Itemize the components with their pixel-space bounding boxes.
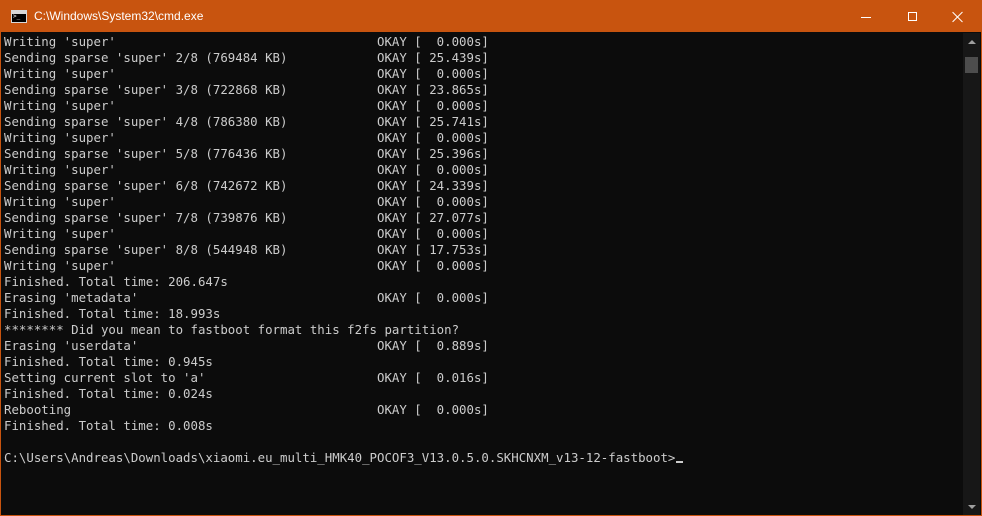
console-line: Sending sparse 'super' 4/8 (786380 KB) O… [4, 114, 960, 130]
console-line-text: Writing 'super' OKAY [ 0.000s] [4, 34, 489, 49]
console-line: Sending sparse 'super' 3/8 (722868 KB) O… [4, 82, 960, 98]
console-line: Finished. Total time: 18.993s [4, 306, 960, 322]
console-line-text: Sending sparse 'super' 3/8 (722868 KB) O… [4, 82, 489, 97]
text-cursor [676, 461, 684, 463]
console-line-text: Finished. Total time: 0.008s [4, 418, 213, 433]
console-line-text: Writing 'super' OKAY [ 0.000s] [4, 258, 489, 273]
prompt-text: C:\Users\Andreas\Downloads\xiaomi.eu_mul… [4, 450, 676, 465]
minimize-button[interactable] [843, 1, 889, 32]
title-bar[interactable]: C:\Windows\System32\cmd.exe [1, 1, 981, 32]
console-line-text: ******** Did you mean to fastboot format… [4, 322, 460, 337]
console-line-text: Sending sparse 'super' 4/8 (786380 KB) O… [4, 114, 489, 129]
maximize-icon [907, 12, 917, 21]
console-line-text: Sending sparse 'super' 8/8 (544948 KB) O… [4, 242, 489, 257]
maximize-button[interactable] [889, 1, 935, 32]
console-line-text: Finished. Total time: 0.024s [4, 386, 213, 401]
console-line: Erasing 'metadata' OKAY [ 0.000s] [4, 290, 960, 306]
console-line: Finished. Total time: 0.024s [4, 386, 960, 402]
console-line: Writing 'super' OKAY [ 0.000s] [4, 130, 960, 146]
scroll-up-button[interactable] [963, 33, 980, 50]
console-line: Writing 'super' OKAY [ 0.000s] [4, 258, 960, 274]
console-line-text: Rebooting OKAY [ 0.000s] [4, 402, 489, 417]
console-line: Setting current slot to 'a' OKAY [ 0.016… [4, 370, 960, 386]
console-line: Sending sparse 'super' 2/8 (769484 KB) O… [4, 50, 960, 66]
console-line-text: Erasing 'userdata' OKAY [ 0.889s] [4, 338, 489, 353]
console-line: Writing 'super' OKAY [ 0.000s] [4, 98, 960, 114]
console-line: Writing 'super' OKAY [ 0.000s] [4, 194, 960, 210]
console-line: Erasing 'userdata' OKAY [ 0.889s] [4, 338, 960, 354]
console-line: Sending sparse 'super' 5/8 (776436 KB) O… [4, 146, 960, 162]
console-line-text: Sending sparse 'super' 2/8 (769484 KB) O… [4, 50, 489, 65]
console-line: Finished. Total time: 0.008s [4, 418, 960, 434]
console-line: Finished. Total time: 0.945s [4, 354, 960, 370]
console-line: Rebooting OKAY [ 0.000s] [4, 402, 960, 418]
console-line: Sending sparse 'super' 6/8 (742672 KB) O… [4, 178, 960, 194]
console-line-text: Finished. Total time: 0.945s [4, 354, 213, 369]
console-line: Writing 'super' OKAY [ 0.000s] [4, 226, 960, 242]
console-line-text: Writing 'super' OKAY [ 0.000s] [4, 130, 489, 145]
console-line-text: Sending sparse 'super' 7/8 (739876 KB) O… [4, 210, 489, 225]
close-button[interactable] [935, 1, 981, 32]
command-prompt: C:\Users\Andreas\Downloads\xiaomi.eu_mul… [4, 450, 960, 466]
console-line-text: Writing 'super' OKAY [ 0.000s] [4, 162, 489, 177]
console-line: Writing 'super' OKAY [ 0.000s] [4, 66, 960, 82]
cmd-window: C:\Windows\System32\cmd.exe Writing 'sup… [0, 0, 982, 516]
console-line-text: Sending sparse 'super' 6/8 (742672 KB) O… [4, 178, 489, 193]
console-line-text: Sending sparse 'super' 5/8 (776436 KB) O… [4, 146, 489, 161]
close-icon [952, 11, 964, 23]
console-app-icon[interactable] [11, 10, 27, 23]
console-line-text: Writing 'super' OKAY [ 0.000s] [4, 226, 489, 241]
console-line-text: Writing 'super' OKAY [ 0.000s] [4, 98, 489, 113]
console-line: Writing 'super' OKAY [ 0.000s] [4, 162, 960, 178]
scroll-down-button[interactable] [963, 498, 980, 515]
vertical-scrollbar[interactable] [963, 33, 980, 515]
console-line-text: Finished. Total time: 206.647s [4, 274, 228, 289]
chevron-up-icon [967, 39, 976, 44]
chevron-down-icon [967, 504, 976, 509]
console-line: Writing 'super' OKAY [ 0.000s] [4, 34, 960, 50]
console-output[interactable]: Writing 'super' OKAY [ 0.000s] Sending sp… [4, 34, 960, 512]
console-line: ******** Did you mean to fastboot format… [4, 322, 960, 338]
console-line: Sending sparse 'super' 7/8 (739876 KB) O… [4, 210, 960, 226]
console-line-text: Finished. Total time: 18.993s [4, 306, 221, 321]
console-line-text: Setting current slot to 'a' OKAY [ 0.016… [4, 370, 489, 385]
console-line-text: Writing 'super' OKAY [ 0.000s] [4, 66, 489, 81]
console-line: Sending sparse 'super' 8/8 (544948 KB) O… [4, 242, 960, 258]
console-line: Finished. Total time: 206.647s [4, 274, 960, 290]
console-line-text: Erasing 'metadata' OKAY [ 0.000s] [4, 290, 489, 305]
minimize-icon [861, 17, 871, 18]
window-title: C:\Windows\System32\cmd.exe [34, 9, 204, 23]
scrollbar-thumb[interactable] [965, 57, 978, 73]
console-line-text: Writing 'super' OKAY [ 0.000s] [4, 194, 489, 209]
